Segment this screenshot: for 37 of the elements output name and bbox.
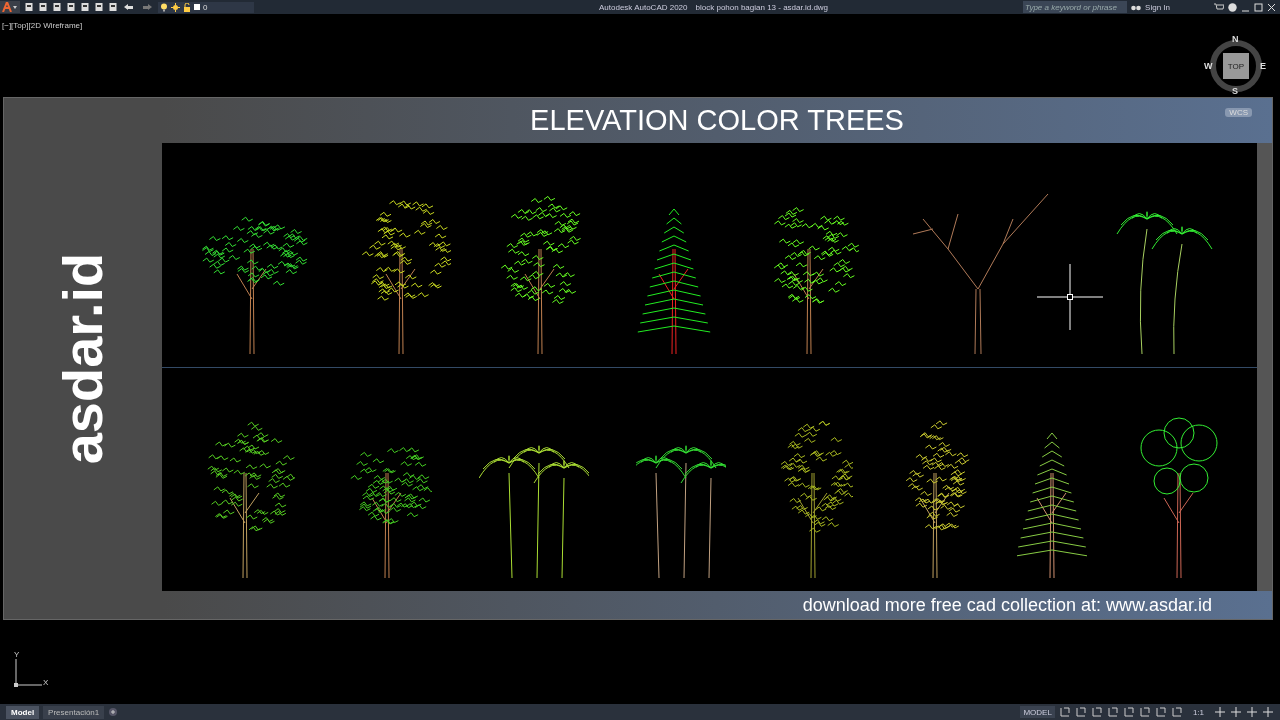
compass-letter: N xyxy=(1232,34,1239,44)
app-title: Autodesk AutoCAD 2020 xyxy=(599,2,688,12)
logo-text: asdar.id xyxy=(50,252,116,465)
viewport-label[interactable]: [−][Top][2D Wireframe] xyxy=(2,21,83,30)
layer-dropdown[interactable]: 0 xyxy=(158,1,254,13)
layout-tab[interactable]: Presentación1 xyxy=(43,705,105,719)
cube-face[interactable]: TOP xyxy=(1223,53,1249,79)
axis-label: X xyxy=(43,678,49,687)
model-space-button[interactable]: MODEL xyxy=(1020,706,1055,718)
maximize-icon[interactable] xyxy=(1254,2,1263,12)
footer-text: download more free cad collection at: www.asdar.id xyxy=(802,594,1212,616)
layout-tab[interactable]: Model xyxy=(6,705,40,719)
add-icon[interactable] xyxy=(108,707,119,717)
undo-icon[interactable] xyxy=(122,2,136,12)
cart-icon[interactable] xyxy=(1214,3,1224,11)
scale-button[interactable]: 1:1 xyxy=(1186,706,1210,718)
binoculars-icon[interactable] xyxy=(1131,3,1142,11)
sign-in-button[interactable]: Sign In xyxy=(1145,2,1210,12)
ucs-axes-icon xyxy=(14,659,42,687)
file-title: block pohon bagian 13 - asdar.id.dwg xyxy=(695,2,829,12)
sun-icon xyxy=(171,2,180,12)
crosshair-icon[interactable] xyxy=(1214,706,1226,718)
app-menu-button[interactable] xyxy=(0,1,20,13)
scroll-bar[interactable] xyxy=(1257,143,1272,591)
axis-label: Y xyxy=(14,650,20,659)
compass-letter: S xyxy=(1232,86,1238,96)
compass-letter: W xyxy=(1204,61,1213,71)
document-icon[interactable] xyxy=(24,2,34,12)
padlock-icon xyxy=(183,2,191,12)
search-field[interactable]: Type a keyword or phrase xyxy=(1023,1,1128,13)
crosshair-cursor-icon xyxy=(1037,264,1103,330)
color-swatch xyxy=(194,4,200,10)
compass-letter: E xyxy=(1260,61,1266,71)
light-bulb-icon xyxy=(160,2,168,12)
drawing-title: ELEVATION COLOR TREES xyxy=(530,104,904,137)
layer-name: 0 xyxy=(203,2,208,12)
close-icon[interactable] xyxy=(1267,2,1276,12)
